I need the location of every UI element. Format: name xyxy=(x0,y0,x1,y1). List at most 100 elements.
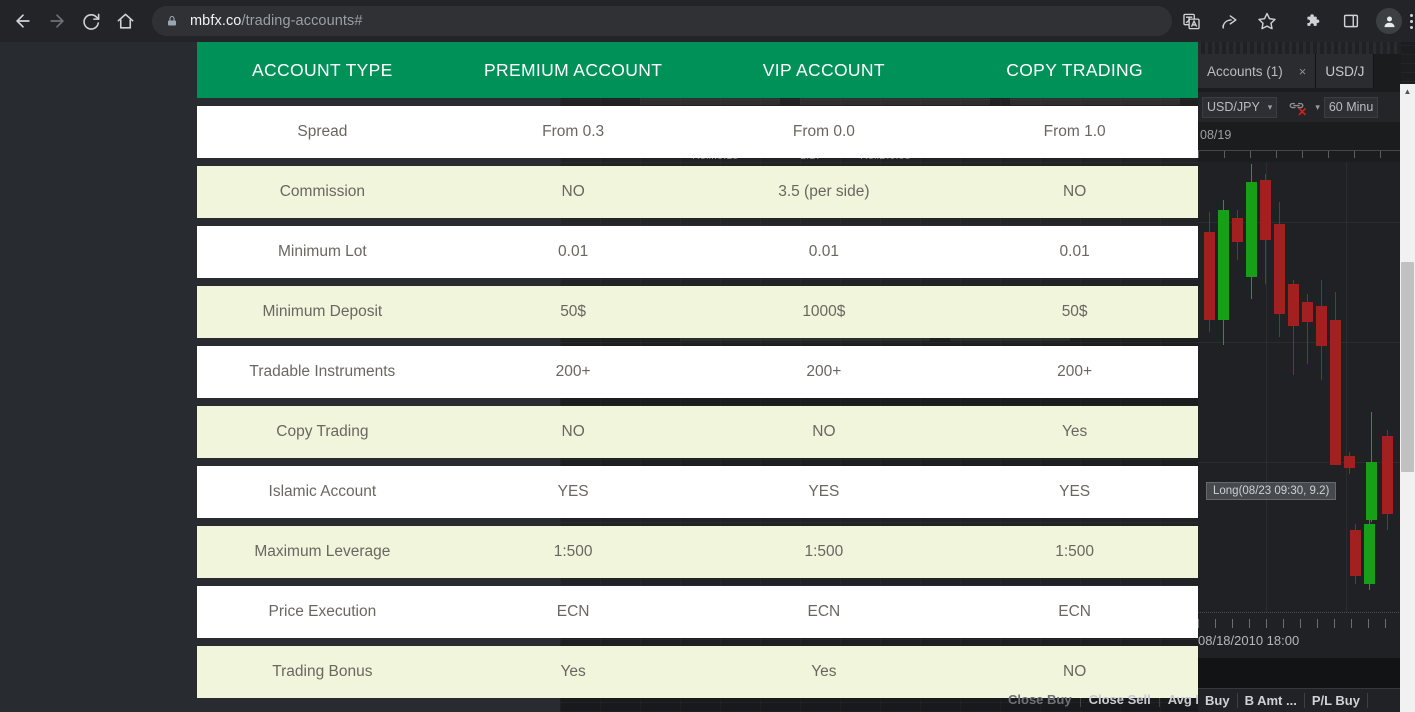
address-bar[interactable]: mbfx.co/trading-accounts# xyxy=(152,6,1172,36)
chart-position-tooltip: Long(08/23 09:30, 9.2) xyxy=(1206,482,1337,500)
cell-copy: From 1.0 xyxy=(1043,123,1106,140)
cell-vip: ECN xyxy=(807,603,841,620)
table-row: Islamic Account YES YES YES xyxy=(197,466,1200,518)
extra-chevron-down-icon[interactable]: ▾ xyxy=(1315,102,1320,113)
platform-tabs: Accounts (1) × USD/J xyxy=(1198,54,1401,88)
chart-time-axis: 08/18/2010 18:00 xyxy=(1198,612,1401,658)
page-viewport: Rollf:0.15 1.17 RollB:0.05 10 Buy ACCOUN… xyxy=(0,42,1415,712)
grid-col-pl-buy[interactable]: P/L Buy xyxy=(1305,693,1368,708)
forward-arrow-icon[interactable] xyxy=(40,4,74,38)
kebab-menu-icon[interactable] xyxy=(1410,13,1413,29)
tab-accounts[interactable]: Accounts (1) × xyxy=(1198,54,1317,88)
cell-vip: 3.5 (per side) xyxy=(778,183,870,200)
scroll-up-arrow-icon[interactable]: ▲ xyxy=(1400,84,1415,99)
cell-premium: 1:500 xyxy=(553,543,593,560)
column-header-account-type: ACCOUNT TYPE xyxy=(252,59,393,80)
cell-vip: YES xyxy=(808,483,840,500)
back-arrow-icon[interactable] xyxy=(6,4,40,38)
cell-premium: NO xyxy=(561,423,585,440)
platform-titlebar xyxy=(1198,42,1401,54)
cell-premium: 50$ xyxy=(560,303,587,320)
lock-icon xyxy=(166,14,178,28)
bottom-col-close-sell: Close Sell xyxy=(1081,691,1160,707)
row-label: Minimum Lot xyxy=(278,243,367,260)
table-row: Tradable Instruments 200+ 200+ 200+ xyxy=(197,346,1200,398)
cell-vip: Yes xyxy=(811,663,837,680)
cell-copy: NO xyxy=(1063,183,1087,200)
reload-icon[interactable] xyxy=(74,4,108,38)
profile-avatar-icon[interactable] xyxy=(1376,8,1402,34)
tab-accounts-label: Accounts (1) xyxy=(1207,63,1283,79)
platform-grid-columns: Buy B Amt ... P/L Buy xyxy=(1198,688,1401,712)
table-row: Copy Trading NO NO Yes xyxy=(197,406,1200,458)
table-row: Price Execution ECN ECN ECN xyxy=(197,586,1200,638)
browser-toolbar: mbfx.co/trading-accounts# xyxy=(0,0,1415,42)
axis-timestamp: 08/18/2010 18:00 xyxy=(1198,633,1300,648)
axis-ticks xyxy=(1198,619,1401,628)
cell-vip: From 0.0 xyxy=(792,123,855,140)
chart-top-ticks xyxy=(1198,150,1401,162)
close-icon[interactable]: × xyxy=(1299,64,1307,79)
cell-premium: 0.01 xyxy=(558,243,589,260)
page-scrollbar[interactable]: ▲ xyxy=(1400,84,1415,712)
table-header-row: ACCOUNT TYPE PREMIUM ACCOUNT VIP ACCOUNT… xyxy=(197,42,1200,98)
url-domain: mbfx.co xyxy=(190,13,242,29)
table-row: Minimum Deposit 50$ 1000$ 50$ xyxy=(197,286,1200,338)
cell-copy: ECN xyxy=(1058,603,1091,620)
table-row: Minimum Lot 0.01 0.01 0.01 xyxy=(197,226,1200,278)
link-chain-icon[interactable]: ✕ xyxy=(1283,97,1309,119)
account-comparison-table: ACCOUNT TYPE PREMIUM ACCOUNT VIP ACCOUNT… xyxy=(197,42,1200,698)
cell-vip: 200+ xyxy=(806,363,842,380)
row-label: Tradable Instruments xyxy=(249,363,396,380)
row-label: Minimum Deposit xyxy=(262,303,383,320)
cell-premium: ECN xyxy=(556,603,590,620)
cell-premium: YES xyxy=(557,483,589,500)
trading-platform-panel: Accounts (1) × USD/J USD/JPY ▾ ✕ ▾ 60 Mi… xyxy=(1198,42,1401,712)
cell-copy: 0.01 xyxy=(1059,243,1090,260)
tab-usdjpy[interactable]: USD/J xyxy=(1316,54,1375,88)
row-label: Copy Trading xyxy=(276,423,369,440)
symbol-select[interactable]: USD/JPY ▾ xyxy=(1202,96,1278,118)
tab-usdjpy-label: USD/J xyxy=(1325,63,1365,79)
row-label: Trading Bonus xyxy=(272,663,373,680)
symbol-select-value: USD/JPY xyxy=(1207,100,1260,114)
cell-copy: YES xyxy=(1059,483,1091,500)
platform-grid-area: Buy B Amt ... P/L Buy xyxy=(1198,658,1401,712)
table-row: Spread From 0.3 From 0.0 From 1.0 xyxy=(197,106,1200,158)
bookmark-star-icon[interactable] xyxy=(1252,6,1282,36)
cell-copy: 1:500 xyxy=(1055,543,1095,560)
url-path: /trading-accounts# xyxy=(241,13,363,29)
cell-premium: From 0.3 xyxy=(542,123,605,140)
chart-controls: USD/JPY ▾ ✕ ▾ 60 Minu xyxy=(1198,92,1401,122)
grid-col-buy[interactable]: Buy xyxy=(1198,693,1238,708)
chart-date-label: 08/19 xyxy=(1200,128,1232,142)
bottom-col-close-buy: Close Buy xyxy=(1000,691,1081,707)
cell-copy: 50$ xyxy=(1061,303,1088,320)
row-label: Spread xyxy=(297,123,348,140)
cell-premium: 200+ xyxy=(555,363,591,380)
timeframe-select[interactable]: 60 Minu xyxy=(1323,96,1379,118)
cell-copy: Yes xyxy=(1061,423,1088,440)
scrollbar-thumb[interactable] xyxy=(1401,262,1414,472)
cell-premium: Yes xyxy=(560,663,586,680)
home-icon[interactable] xyxy=(108,4,142,38)
extensions-puzzle-icon[interactable] xyxy=(1298,6,1328,36)
table-row: Maximum Leverage 1:500 1:500 1:500 xyxy=(197,526,1200,578)
row-label: Islamic Account xyxy=(268,483,377,500)
share-icon[interactable] xyxy=(1214,6,1244,36)
grid-col-b-amt[interactable]: B Amt ... xyxy=(1238,693,1305,708)
cell-copy: 200+ xyxy=(1057,363,1093,380)
side-panel-icon[interactable] xyxy=(1336,6,1366,36)
cell-copy: NO xyxy=(1063,663,1087,680)
cell-vip: 1000$ xyxy=(802,303,846,320)
browser-actions xyxy=(1172,6,1415,36)
column-header-copy-trading: COPY TRADING xyxy=(1006,59,1144,80)
table-row: Commission NO 3.5 (per side) NO xyxy=(197,166,1200,218)
column-header-vip-account: VIP ACCOUNT xyxy=(762,59,885,80)
cell-premium: NO xyxy=(561,183,585,200)
row-label: Maximum Leverage xyxy=(254,543,391,560)
cell-vip: NO xyxy=(812,423,836,440)
translate-icon[interactable] xyxy=(1176,6,1206,36)
candlestick-chart[interactable]: Long(08/23 09:30, 9.2) xyxy=(1198,162,1401,612)
row-label: Price Execution xyxy=(268,603,377,620)
